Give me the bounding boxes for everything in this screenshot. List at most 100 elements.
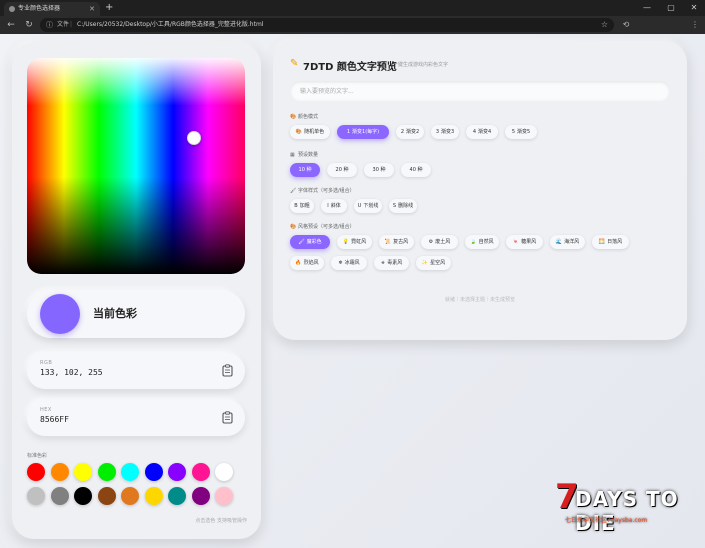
theme-icon: 🖌 [298, 239, 305, 245]
theme-chip[interactable]: 📜 复古风 [379, 235, 414, 249]
theme-chip[interactable]: ❄ 冰霜风 [331, 256, 367, 270]
color-mode-icon: 🎨 [295, 129, 303, 135]
reload-icon[interactable]: ↻ [22, 17, 36, 33]
font-style-label: 下划线 [363, 203, 379, 209]
color-mode-chip[interactable]: 🎨 随机单色 [290, 125, 330, 139]
theme-chip[interactable]: 🌊 海洋风 [550, 235, 585, 249]
color-mode-label: 渐变1(每字) [352, 129, 380, 135]
size-chip[interactable]: 40 种 [401, 163, 431, 177]
browser-tabbar: 专业颜色选择器 ✕ + — ▢ ✕ [0, 0, 705, 16]
theme-label: 日落风 [607, 239, 623, 245]
size-chip[interactable]: 20 种 [327, 163, 357, 177]
hex-card: HEX 8566FF [27, 400, 245, 436]
theme-chip[interactable]: 🍬 糖果风 [506, 235, 543, 249]
color-mode-chip[interactable]: 1 渐变1(每字) [337, 125, 389, 139]
preview-text-input[interactable] [290, 81, 670, 101]
tab-title: 专业颜色选择器 [18, 5, 61, 12]
page-favicon-icon [9, 6, 15, 12]
preset-swatch[interactable] [215, 463, 233, 481]
current-color-card: 当前色彩 [27, 290, 245, 338]
preset-swatch[interactable] [121, 463, 139, 481]
picker-hint: 点击选色 支持吸管操作 [195, 518, 247, 524]
theme-chip[interactable]: ⚙ 废土风 [421, 235, 458, 249]
theme-icon: 📜 [384, 239, 392, 245]
theme-chip[interactable]: 💡 霓虹风 [337, 235, 372, 249]
preset-swatch[interactable] [191, 487, 210, 505]
color-mode-icon: 3 [435, 129, 439, 135]
preset-swatch[interactable] [191, 463, 210, 481]
theme-chip[interactable]: 🔥 烈焰风 [290, 256, 324, 270]
maximize-icon[interactable]: ▢ [660, 0, 682, 16]
font-style-label: 删除线 [398, 203, 414, 209]
copy-rgb-icon[interactable] [222, 364, 233, 377]
theme-chip[interactable]: ✨ 星空风 [416, 256, 451, 270]
color-mode-chip[interactable]: 3 渐变3 [431, 125, 459, 139]
preset-swatch[interactable] [74, 463, 92, 481]
color-mode-chip[interactable]: 2 渐变2 [396, 125, 424, 139]
palette-icon: 🎨 [290, 114, 297, 120]
theme-label: 毒素风 [387, 260, 403, 266]
preset-swatch[interactable] [27, 487, 45, 505]
preset-swatch[interactable] [144, 487, 163, 505]
theme-label: 星空风 [430, 260, 446, 266]
preset-swatch[interactable] [168, 487, 186, 505]
preset-swatch[interactable] [74, 487, 92, 505]
preset-swatch[interactable] [97, 487, 116, 505]
presets-title: 标准色彩 [27, 453, 48, 459]
font-style-icon: U [357, 203, 362, 209]
copy-hex-icon[interactable] [222, 411, 233, 424]
menu-icon[interactable]: ⋮ [688, 17, 702, 33]
brush-icon: 🖌 [290, 188, 297, 194]
preset-swatch[interactable] [50, 463, 69, 481]
color-mode-icon: 1 [346, 129, 351, 135]
preset-swatch[interactable] [27, 463, 45, 481]
color-mode-label: 渐变3 [441, 129, 455, 135]
new-tab-button[interactable]: + [105, 1, 113, 15]
theme-chip[interactable]: 🌅 日落风 [592, 235, 629, 249]
color-mode-label: 渐变4 [478, 129, 492, 135]
theme-chip[interactable]: 🖌 魔彩色 [290, 235, 330, 249]
site-info-icon[interactable]: ⓘ [46, 18, 53, 32]
grid-icon: ▦ [290, 152, 295, 158]
font-style-icon: I [327, 203, 329, 209]
color-mode-chip[interactable]: 4 渐变4 [466, 125, 498, 139]
url-field[interactable]: ⓘ 文件 | C:/Users/20532/Desktop/小工具/RGB颜色选… [40, 18, 614, 32]
theme-label: 海洋风 [564, 239, 580, 245]
page-content: 当前色彩 RGB 133, 102, 255 HEX 8566FF 标准色彩 点… [0, 34, 705, 548]
font-style-chip[interactable]: B 加粗 [290, 199, 314, 213]
color-mode-icon: 2 [400, 129, 404, 135]
preset-swatch[interactable] [97, 463, 116, 481]
theme-chip[interactable]: ☣ 毒素风 [374, 256, 409, 270]
spectrum-handle[interactable] [187, 131, 201, 145]
font-style-chip[interactable]: S 删除线 [389, 199, 417, 213]
color-spectrum[interactable] [27, 58, 245, 274]
theme-icon: ❄ [338, 260, 343, 266]
browser-tab[interactable]: 专业颜色选择器 ✕ [4, 2, 100, 16]
url-path: C:/Users/20532/Desktop/小工具/RGB颜色选择器_完整进化… [77, 21, 264, 28]
size-chip[interactable]: 30 种 [364, 163, 394, 177]
history-icon[interactable]: ⟲ [619, 17, 633, 33]
hex-label: HEX [40, 407, 52, 413]
size-chip[interactable]: 10 种 [290, 163, 320, 177]
tab-close-icon[interactable]: ✕ [89, 2, 95, 16]
font-style-icon: S [392, 203, 397, 209]
bookmark-star-icon[interactable]: ☆ [601, 18, 608, 32]
window-close-icon[interactable]: ✕ [683, 0, 705, 16]
color-mode-chip[interactable]: 5 渐变5 [505, 125, 537, 139]
rgb-label: RGB [40, 360, 53, 366]
preset-swatch[interactable] [168, 463, 186, 481]
preset-swatch[interactable] [121, 487, 139, 505]
logo-text: DAYS TO DIE [575, 487, 679, 535]
back-icon[interactable]: ← [4, 17, 18, 33]
font-style-chip[interactable]: U 下划线 [354, 199, 382, 213]
preset-swatch[interactable] [50, 487, 69, 505]
theme-icon: ✨ [421, 260, 429, 266]
current-color-label: 当前色彩 [93, 307, 137, 320]
theme-chip[interactable]: 🍃 自然风 [465, 235, 499, 249]
minimize-icon[interactable]: — [636, 0, 658, 16]
font-style-chip[interactable]: I 斜体 [321, 199, 347, 213]
color-picker-panel: 当前色彩 RGB 133, 102, 255 HEX 8566FF 标准色彩 点… [12, 43, 261, 539]
text-preview-panel: ✎ 7DTD 颜色文字预览 一键生成游戏内彩色文字 🎨颜色模式 🎨随机单色1渐变… [273, 41, 687, 340]
preset-swatch[interactable] [215, 487, 233, 505]
preset-swatch[interactable] [144, 463, 163, 481]
